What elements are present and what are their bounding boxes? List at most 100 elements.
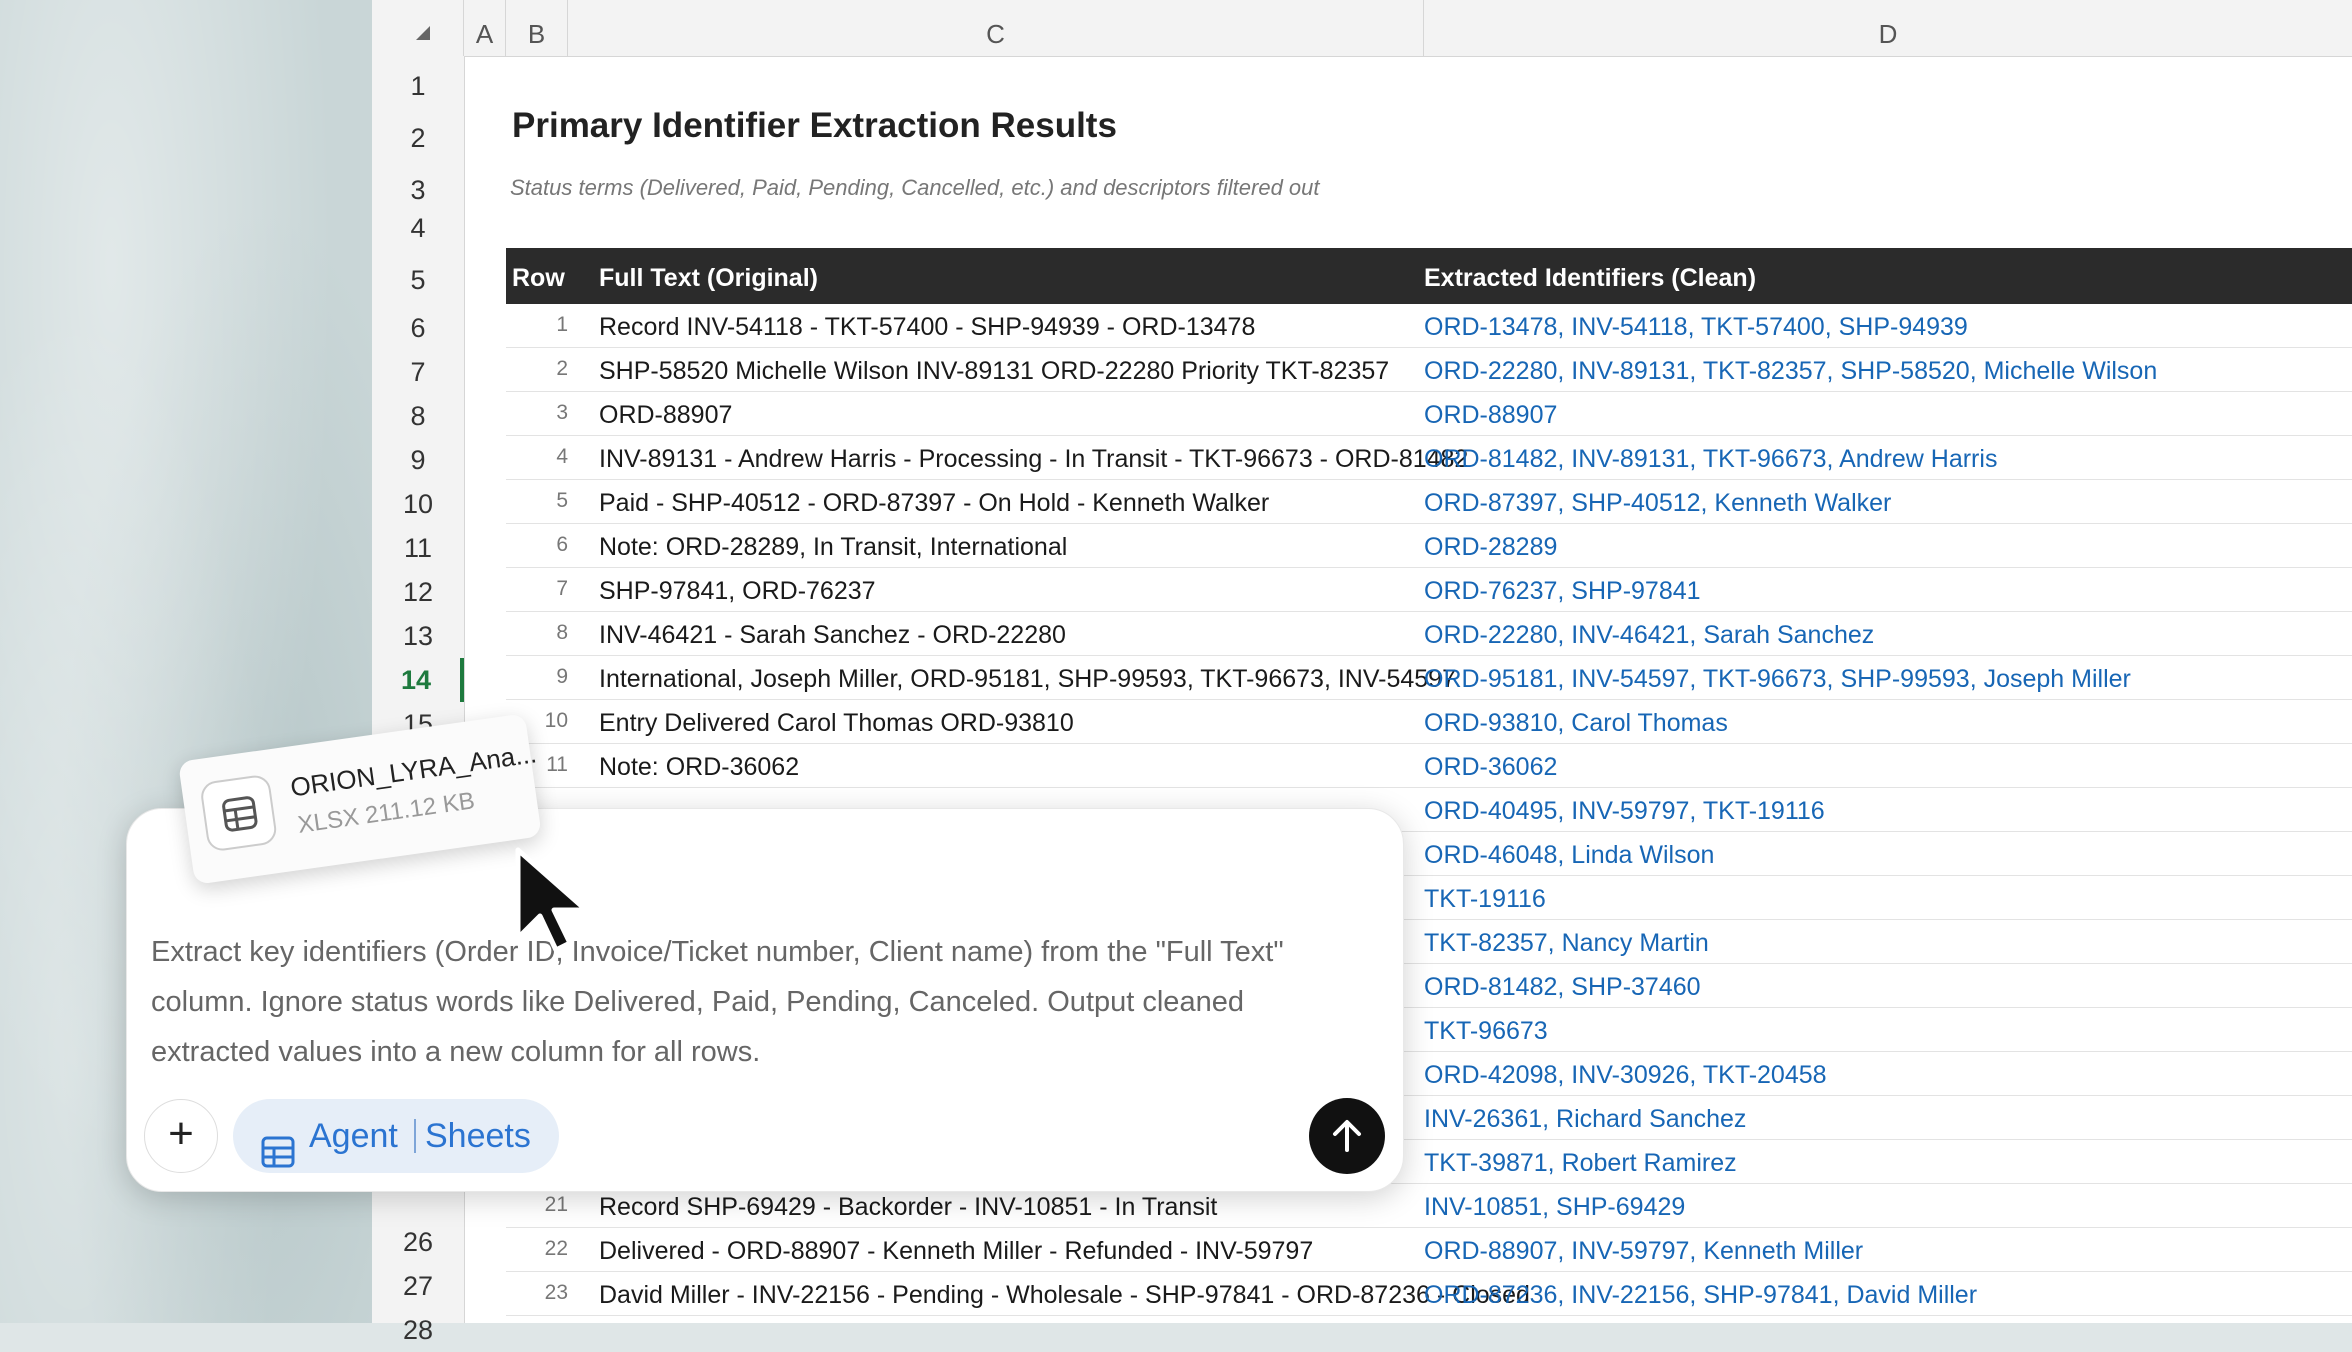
table-row[interactable]: 8 INV-46421 - Sarah Sanchez - ORD-22280 OR… [506, 612, 2352, 656]
full-text-cell[interactable]: Note: ORD-28289, In Transit, Internation… [599, 533, 1067, 562]
agent-sheets-mode-button[interactable]: Agent Sheets [233, 1099, 559, 1173]
select-all-corner[interactable] [372, 0, 464, 56]
arrow-up-icon [1333, 1120, 1361, 1152]
extracted-cell[interactable]: ORD-93810, Carol Thomas [1424, 709, 1728, 738]
row-index-cell[interactable]: 1 [506, 313, 568, 337]
table-row[interactable]: 22 Delivered - ORD-88907 - Kenneth Miller… [506, 1228, 2352, 1272]
row-index-cell[interactable]: 6 [506, 533, 568, 557]
full-text-cell[interactable]: Paid - SHP-40512 - ORD-87397 - On Hold -… [599, 489, 1269, 518]
row-index-cell[interactable]: 22 [506, 1237, 568, 1261]
row-number[interactable]: 13 [372, 614, 464, 658]
row-number[interactable]: 26 [372, 1220, 464, 1264]
header-row: Row [512, 264, 565, 292]
full-text-cell[interactable]: Record INV-54118 - TKT-57400 - SHP-94939… [599, 313, 1255, 342]
extracted-cell[interactable]: ORD-95181, INV-54597, TKT-96673, SHP-995… [1424, 665, 2131, 694]
row-number-active[interactable]: 14 [372, 658, 464, 702]
row-index-cell[interactable]: 4 [506, 445, 568, 469]
full-text-cell[interactable]: International, Joseph Miller, ORD-95181,… [599, 665, 1456, 694]
table-row[interactable]: 10 Entry Delivered Carol Thomas ORD-93810… [506, 700, 2352, 744]
extracted-cell[interactable]: ORD-22280, INV-89131, TKT-82357, SHP-585… [1424, 357, 2157, 386]
full-text-cell[interactable]: David Miller - INV-22156 - Pending - Who… [599, 1281, 1530, 1310]
row-index-cell[interactable]: 8 [506, 621, 568, 645]
row-number[interactable]: 5 [372, 252, 464, 308]
table-row[interactable]: 5 Paid - SHP-40512 - ORD-87397 - On Hold … [506, 480, 2352, 524]
sheets-label: Sheets [425, 1117, 531, 1155]
extracted-cell[interactable]: TKT-19116 [1424, 885, 1546, 914]
table-row[interactable]: 4 INV-89131 - Andrew Harris - Processing … [506, 436, 2352, 480]
row-number[interactable]: 7 [372, 350, 464, 394]
extracted-cell[interactable]: INV-26361, Richard Sanchez [1424, 1105, 1746, 1134]
row-number[interactable]: 1 [372, 64, 464, 108]
full-text-cell[interactable]: Record SHP-69429 - Backorder - INV-10851… [599, 1193, 1217, 1222]
table-row[interactable]: 11 Note: ORD-36062 ORD-36062 [506, 744, 2352, 788]
column-header-b[interactable]: B [506, 0, 568, 56]
row-index-cell[interactable]: 23 [506, 1281, 568, 1305]
full-text-cell[interactable]: SHP-58520 Michelle Wilson INV-89131 ORD-… [599, 357, 1389, 386]
table-row[interactable]: 9 International, Joseph Miller, ORD-95181… [506, 656, 2352, 700]
row-index-cell[interactable]: 7 [506, 577, 568, 601]
sheet-subtitle: Status terms (Delivered, Paid, Pending, … [510, 175, 1320, 200]
pill-separator [414, 1119, 416, 1153]
extracted-cell[interactable]: ORD-81482, SHP-37460 [1424, 973, 1701, 1002]
extracted-cell[interactable]: ORD-81482, INV-89131, TKT-96673, Andrew … [1424, 445, 1997, 474]
row-index-cell[interactable]: 5 [506, 489, 568, 513]
extracted-cell[interactable]: ORD-88907, INV-59797, Kenneth Miller [1424, 1237, 1863, 1266]
header-full-text: Full Text (Original) [599, 264, 818, 292]
extracted-cell[interactable]: ORD-28289 [1424, 533, 1557, 562]
full-text-cell[interactable]: SHP-97841, ORD-76237 [599, 577, 876, 606]
row-number[interactable]: 2 [372, 110, 464, 166]
full-text-cell[interactable]: Entry Delivered Carol Thomas ORD-93810 [599, 709, 1074, 738]
row-index-cell[interactable]: 2 [506, 357, 568, 381]
row-index-cell[interactable]: 21 [506, 1193, 568, 1217]
column-header-c[interactable]: C [568, 0, 1424, 56]
add-attachment-button[interactable]: + [144, 1099, 218, 1173]
full-text-cell[interactable]: ORD-88907 [599, 401, 732, 430]
send-button[interactable] [1309, 1098, 1385, 1174]
row-number[interactable]: 9 [372, 438, 464, 482]
full-text-cell[interactable]: Note: ORD-36062 [599, 753, 799, 782]
extracted-cell[interactable]: TKT-39871, Robert Ramirez [1424, 1149, 1737, 1178]
row-index-cell[interactable]: 3 [506, 401, 568, 425]
row-number[interactable]: 27 [372, 1264, 464, 1308]
column-header-bar: A B C D [372, 0, 2352, 57]
extracted-cell[interactable]: ORD-87236, INV-22156, SHP-97841, David M… [1424, 1281, 1977, 1310]
table-row[interactable]: 3 ORD-88907 ORD-88907 [506, 392, 2352, 436]
row-index-cell[interactable]: 9 [506, 665, 568, 689]
row-number[interactable]: 8 [372, 394, 464, 438]
full-text-cell[interactable]: Delivered - ORD-88907 - Kenneth Miller -… [599, 1237, 1313, 1266]
extracted-cell[interactable]: ORD-22280, INV-46421, Sarah Sanchez [1424, 621, 1874, 650]
row-number[interactable]: 12 [372, 570, 464, 614]
table-row[interactable]: 1 Record INV-54118 - TKT-57400 - SHP-9493… [506, 304, 2352, 348]
extracted-cell[interactable]: TKT-96673 [1424, 1017, 1548, 1046]
row-number[interactable]: 3 [372, 168, 464, 212]
row-number[interactable]: 11 [372, 526, 464, 570]
header-extracted: Extracted Identifiers (Clean) [1424, 264, 1757, 292]
table-header: Row Full Text (Original) Extracted Ident… [506, 248, 2352, 304]
column-header-a[interactable]: A [464, 0, 506, 56]
extracted-cell[interactable]: ORD-87397, SHP-40512, Kenneth Walker [1424, 489, 1891, 518]
table-row[interactable]: 2 SHP-58520 Michelle Wilson INV-89131 ORD… [506, 348, 2352, 392]
extracted-cell[interactable]: ORD-42098, INV-30926, TKT-20458 [1424, 1061, 1827, 1090]
prompt-text[interactable]: Extract key identifiers (Order ID, Invoi… [151, 927, 1361, 1077]
extracted-cell[interactable]: INV-10851, SHP-69429 [1424, 1193, 1685, 1222]
table-row[interactable]: 6 Note: ORD-28289, In Transit, Internatio… [506, 524, 2352, 568]
extracted-cell[interactable]: ORD-40495, INV-59797, TKT-19116 [1424, 797, 1825, 826]
extracted-cell[interactable]: ORD-88907 [1424, 401, 1557, 430]
extracted-cell[interactable]: ORD-76237, SHP-97841 [1424, 577, 1701, 606]
full-text-cell[interactable]: INV-46421 - Sarah Sanchez - ORD-22280 [599, 621, 1066, 650]
table-row[interactable]: 7 SHP-97841, ORD-76237 ORD-76237, SHP-9784… [506, 568, 2352, 612]
row-number[interactable]: 28 [372, 1308, 464, 1352]
row-number[interactable]: 10 [372, 482, 464, 526]
extracted-cell[interactable]: ORD-36062 [1424, 753, 1557, 782]
row-number[interactable]: 4 [372, 210, 464, 246]
column-header-d[interactable]: D [1424, 0, 2352, 56]
full-text-cell[interactable]: INV-89131 - Andrew Harris - Processing -… [599, 445, 1468, 474]
attachment-filename: ORION_LYRA_Ana... [288, 738, 539, 803]
row-number[interactable]: 6 [372, 306, 464, 350]
sheet-title: Primary Identifier Extraction Results [512, 106, 1117, 145]
agent-label: Agent [309, 1117, 398, 1155]
extracted-cell[interactable]: TKT-82357, Nancy Martin [1424, 929, 1709, 958]
extracted-cell[interactable]: ORD-46048, Linda Wilson [1424, 841, 1714, 870]
table-row[interactable]: 23 David Miller - INV-22156 - Pending - W… [506, 1272, 2352, 1316]
extracted-cell[interactable]: ORD-13478, INV-54118, TKT-57400, SHP-949… [1424, 313, 1968, 342]
